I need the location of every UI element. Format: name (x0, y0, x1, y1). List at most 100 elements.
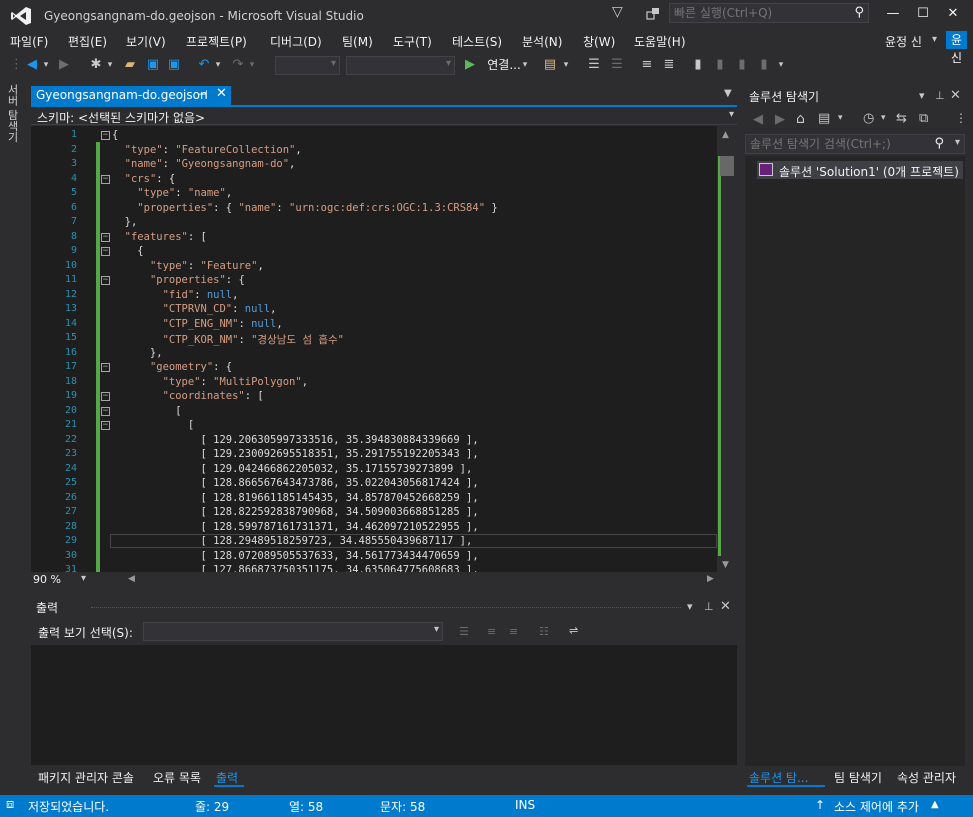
code-line[interactable]: "type": "FeatureCollection", (112, 144, 302, 156)
collapse-all-icon[interactable]: ⧉ (919, 111, 928, 126)
server-explorer-tab[interactable]: 서버 탐색기 (6, 84, 20, 143)
prev-bookmark-icon[interactable]: ▮ (712, 56, 728, 74)
code-line[interactable]: "properties": { "name": "urn:ogc:def:crs… (112, 202, 497, 214)
menu-team[interactable]: 팀(M) (342, 33, 373, 50)
code-line[interactable]: "features": [ (112, 231, 207, 243)
start-icon[interactable]: ▶ (462, 56, 478, 74)
code-line[interactable]: "coordinates": [ (112, 390, 264, 402)
code-line[interactable]: [ 127.866873750351175, 34.63506477560868… (112, 564, 479, 572)
fold-toggle-icon[interactable]: − (101, 406, 110, 416)
scroll-up-icon[interactable]: ▲ (722, 130, 729, 140)
code-line[interactable]: [ (112, 405, 181, 417)
filter-dropdown-icon[interactable]: ▾ (881, 113, 886, 123)
attach-dropdown-icon[interactable]: ▾ (521, 56, 529, 74)
window-position-icon[interactable]: ▾ (687, 600, 693, 613)
feedback-icon[interactable] (644, 5, 662, 23)
code-line[interactable]: "geometry": { (112, 361, 232, 373)
redo-icon[interactable]: ↷ (230, 56, 246, 74)
tab-error-list[interactable]: 오류 목록 (153, 769, 201, 786)
se-search-dropdown-icon[interactable]: ▾ (955, 137, 960, 148)
se-search-input[interactable] (750, 136, 930, 152)
document-tab[interactable]: Gyeongsangnam-do.geojson ⊣ ✕ (31, 86, 231, 105)
source-control-dropdown-icon[interactable]: ▲ (931, 799, 939, 810)
zoom-dropdown-icon[interactable]: ▾ (81, 573, 86, 584)
fold-toggle-icon[interactable]: − (101, 276, 110, 285)
se-window-position-icon[interactable]: ▾ (919, 89, 925, 102)
zoom-level[interactable]: 90 % (33, 573, 61, 586)
menu-window[interactable]: 창(W) (583, 33, 615, 50)
indent-icon[interactable]: ≣ (661, 56, 677, 74)
code-line[interactable]: { (112, 245, 143, 257)
menu-project[interactable]: 프로젝트(P) (186, 33, 247, 50)
tab-team-explorer[interactable]: 팀 탐색기 (834, 769, 882, 786)
menu-edit[interactable]: 편집(E) (68, 33, 107, 50)
menu-view[interactable]: 보기(V) (126, 33, 166, 50)
code-line[interactable]: }, (112, 347, 163, 359)
home-icon[interactable]: ⌂ (796, 111, 805, 127)
se-forward-icon[interactable]: ▶ (775, 112, 785, 127)
code-line[interactable]: }, (112, 216, 138, 228)
code-line[interactable]: [ 128.599787161731371, 34.46209721052295… (112, 521, 479, 533)
source-control-up-icon[interactable]: ↑ (815, 798, 825, 812)
user-avatar[interactable]: 윤신 (946, 31, 967, 65)
tab-package-manager-console[interactable]: 패키지 관리자 콘솔 (38, 769, 134, 786)
menu-help[interactable]: 도움말(H) (634, 33, 686, 50)
format-icon[interactable]: ≡ (639, 56, 655, 74)
scroll-right-icon[interactable]: ▶ (707, 574, 714, 584)
fold-toggle-icon[interactable]: − (101, 174, 110, 184)
clear-all-icon[interactable]: ☷ (539, 625, 549, 638)
user-dropdown-icon[interactable]: ▾ (932, 34, 937, 45)
solution-platform-select[interactable] (346, 56, 455, 75)
uncomment-icon[interactable]: ☰ (609, 56, 625, 74)
fold-toggle-icon[interactable]: − (101, 131, 110, 140)
code-line[interactable]: [ 128.819661185145435, 34.85787045266825… (112, 492, 479, 504)
fold-toggle-icon[interactable]: − (101, 232, 110, 242)
schema-bar[interactable]: 스키마: <선택된 스키마가 없음> ▾ (31, 107, 737, 125)
fold-toggle-icon[interactable]: − (101, 392, 110, 401)
code-line[interactable]: [ 128.29489518259723, 34.485550439687117… (112, 535, 473, 547)
menu-debug[interactable]: 디버그(D) (270, 33, 322, 50)
undo-icon[interactable]: ↶ (196, 56, 212, 74)
attach-button[interactable]: 연결... (482, 56, 526, 74)
se-auto-hide-pin-icon[interactable]: ⊥ (935, 89, 945, 102)
code-line[interactable]: "CTPRVN_CD": null, (112, 303, 277, 315)
fold-toggle-icon[interactable]: − (101, 421, 110, 430)
search-icon[interactable]: ⚲ (854, 5, 864, 20)
tab-output[interactable]: 출력 (216, 769, 238, 786)
quick-launch-box[interactable]: ⚲ (669, 3, 869, 23)
user-name[interactable]: 윤정 신 (885, 33, 922, 50)
auto-hide-pin-icon[interactable]: ⊥ (704, 600, 714, 613)
scroll-left-icon[interactable]: ◀ (128, 574, 135, 584)
code-line[interactable]: [ 129.230092695518351, 35.29175519220534… (112, 448, 479, 460)
bookmark-icon[interactable]: ▮ (690, 56, 706, 74)
new-project-icon[interactable]: ✱ (88, 56, 104, 74)
back-dropdown-icon[interactable]: ▾ (42, 56, 50, 74)
solution-configuration-select[interactable] (275, 56, 340, 75)
code-line[interactable]: [ 129.042466862205032, 35.17155739273899… (112, 463, 473, 475)
code-line[interactable]: "type": "name", (112, 187, 232, 199)
menu-test[interactable]: 테스트(S) (452, 33, 502, 50)
close-window-button[interactable]: ✕ (940, 4, 966, 24)
forward-icon[interactable]: ▶ (56, 56, 72, 74)
output-text-area[interactable] (31, 645, 737, 765)
switch-views-icon[interactable]: ▤ (818, 111, 830, 126)
code-line[interactable]: [ 128.822592838790968, 34.50900366885128… (112, 506, 479, 518)
word-wrap-icon[interactable]: ⇌ (569, 624, 578, 637)
save-icon[interactable]: ▣ (145, 56, 161, 74)
tab-property-manager[interactable]: 속성 관리자 (897, 769, 956, 786)
code-line[interactable]: "CTP_KOR_NM": "경상남도 섬 흡수" (112, 332, 344, 347)
scroll-down-icon[interactable]: ▼ (722, 560, 729, 570)
comment-icon[interactable]: ☰ (586, 56, 602, 74)
scrollbar-thumb[interactable] (720, 156, 734, 176)
tab-list-dropdown-icon[interactable]: ▼ (724, 88, 732, 99)
code-line[interactable]: "crs": { (112, 173, 176, 185)
find-in-files-icon[interactable]: ▤ (542, 56, 558, 74)
se-search-icon[interactable]: ⚲ (934, 136, 944, 151)
save-all-icon[interactable]: ▣ (166, 56, 182, 74)
pending-changes-filter-icon[interactable]: ◷ (863, 111, 874, 126)
code-line[interactable]: [ 129.206305997333516, 35.39483088433966… (112, 434, 479, 446)
minimize-button[interactable]: — (880, 4, 906, 24)
code-line[interactable]: "properties": { (112, 274, 245, 286)
pin-icon[interactable]: ⊣ (198, 88, 208, 101)
toolbar-overflow-icon[interactable]: ▾ (776, 56, 786, 74)
